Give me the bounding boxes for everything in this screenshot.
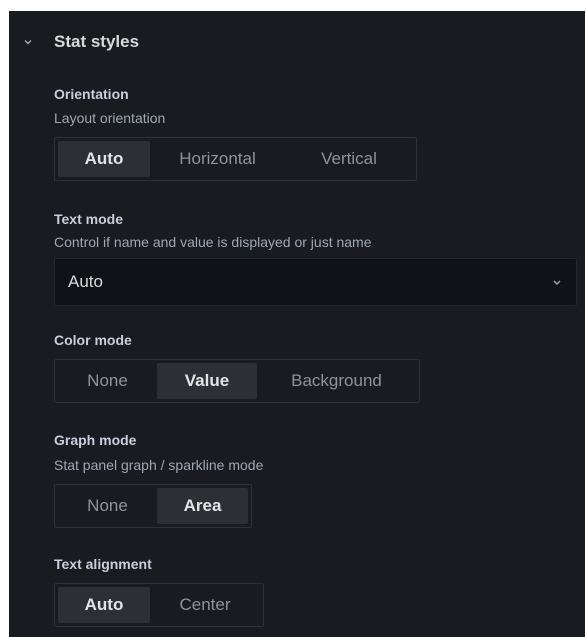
section-title: Stat styles [54,32,140,51]
graph-mode-label: Graph mode [54,432,137,448]
color-mode-label: Color mode [54,332,132,348]
graph-mode-radio-group: None Area [54,484,252,528]
color-mode-option-background[interactable]: Background [257,363,416,399]
color-mode-option-none[interactable]: None [58,363,157,399]
text-mode-select-value: Auto [68,272,103,291]
text-alignment-label: Text alignment [54,556,152,572]
orientation-option-vertical[interactable]: Vertical [285,141,413,177]
color-mode-radio-group: None Value Background [54,359,420,403]
orientation-option-auto[interactable]: Auto [58,141,150,177]
chevron-down-icon[interactable] [24,38,32,46]
text-mode-description: Control if name and value is displayed o… [54,234,372,250]
text-mode-select[interactable]: Auto [54,258,577,306]
orientation-label: Orientation [54,86,129,102]
chevron-down-icon [553,280,561,285]
text-alignment-radio-group: Auto Center [54,583,264,627]
section-header-stat-styles[interactable]: Stat styles [9,11,585,75]
orientation-option-horizontal[interactable]: Horizontal [150,141,285,177]
stat-styles-panel: Stat styles Orientation Layout orientati… [9,11,585,637]
graph-mode-option-area[interactable]: Area [157,488,248,524]
text-alignment-option-center[interactable]: Center [150,587,260,623]
color-mode-option-value[interactable]: Value [157,363,257,399]
orientation-radio-group: Auto Horizontal Vertical [54,137,417,181]
text-alignment-option-auto[interactable]: Auto [58,587,150,623]
orientation-description: Layout orientation [54,110,166,126]
graph-mode-description: Stat panel graph / sparkline mode [54,457,264,473]
graph-mode-option-none[interactable]: None [58,488,157,524]
text-mode-label: Text mode [54,211,123,227]
